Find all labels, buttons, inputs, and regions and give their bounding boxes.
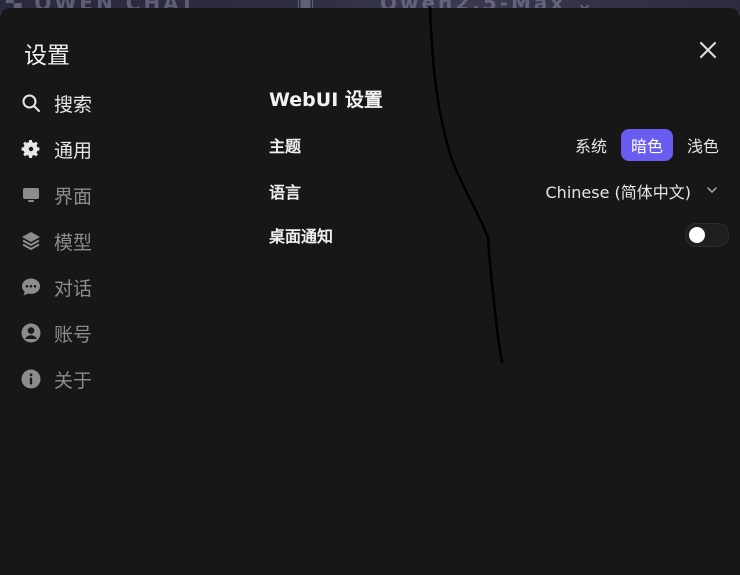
sidebar-item-models[interactable]: 模型 bbox=[16, 218, 216, 264]
notifications-label: 桌面通知 bbox=[269, 227, 334, 246]
sidebar-item-account[interactable]: 账号 bbox=[16, 310, 216, 356]
settings-modal: 设置 搜索 通用 界面 模型 对话 账号 关于 WebUI 设置 主题 系统 暗… bbox=[0, 8, 740, 575]
theme-label: 主题 bbox=[269, 137, 302, 156]
chevron-down-icon bbox=[705, 182, 719, 201]
gear-icon bbox=[20, 138, 42, 160]
theme-option-light[interactable]: 浅色 bbox=[677, 129, 729, 161]
close-icon bbox=[699, 41, 717, 59]
sidebar-item-about[interactable]: 关于 bbox=[16, 356, 216, 402]
toggle-knob bbox=[689, 227, 705, 243]
settings-sidebar: 搜索 通用 界面 模型 对话 账号 关于 bbox=[16, 80, 216, 402]
sidebar-item-search[interactable]: 搜索 bbox=[16, 80, 216, 126]
notifications-toggle[interactable] bbox=[685, 223, 729, 247]
language-value: Chinese (简体中文) bbox=[545, 183, 692, 202]
search-icon bbox=[20, 92, 42, 114]
sidebar-item-label: 通用 bbox=[54, 139, 93, 162]
layers-icon bbox=[20, 230, 42, 252]
sidebar-item-label: 搜索 bbox=[54, 93, 93, 116]
user-icon bbox=[20, 322, 42, 344]
chat-bubble-icon bbox=[20, 276, 42, 298]
info-icon bbox=[20, 368, 42, 390]
theme-option-dark[interactable]: 暗色 bbox=[620, 129, 673, 161]
language-label: 语言 bbox=[269, 183, 302, 202]
sidebar-item-interface[interactable]: 界面 bbox=[16, 172, 216, 218]
sidebar-item-label: 模型 bbox=[54, 231, 93, 254]
language-select[interactable]: Chinese (简体中文) bbox=[546, 179, 730, 203]
notifications-row: 桌面通知 bbox=[269, 220, 729, 250]
sidebar-item-label: 对话 bbox=[54, 277, 93, 300]
modal-title: 设置 bbox=[24, 43, 70, 69]
sidebar-item-chats[interactable]: 对话 bbox=[16, 264, 216, 310]
theme-option-system[interactable]: 系统 bbox=[565, 129, 617, 161]
theme-selector: 系统 暗色 浅色 bbox=[565, 129, 729, 161]
theme-row: 主题 系统 暗色 浅色 bbox=[269, 129, 729, 161]
general-settings-panel: WebUI 设置 主题 系统 暗色 浅色 语言 Chinese (简体中文) 桌… bbox=[269, 84, 729, 250]
sidebar-item-general[interactable]: 通用 bbox=[16, 126, 216, 172]
language-row: 语言 Chinese (简体中文) bbox=[269, 176, 729, 206]
sidebar-item-label: 关于 bbox=[54, 369, 93, 392]
close-button[interactable] bbox=[696, 38, 720, 62]
sidebar-item-label: 账号 bbox=[54, 323, 93, 346]
section-title: WebUI 设置 bbox=[269, 89, 383, 111]
sidebar-item-label: 界面 bbox=[54, 185, 93, 208]
monitor-icon bbox=[20, 184, 42, 206]
